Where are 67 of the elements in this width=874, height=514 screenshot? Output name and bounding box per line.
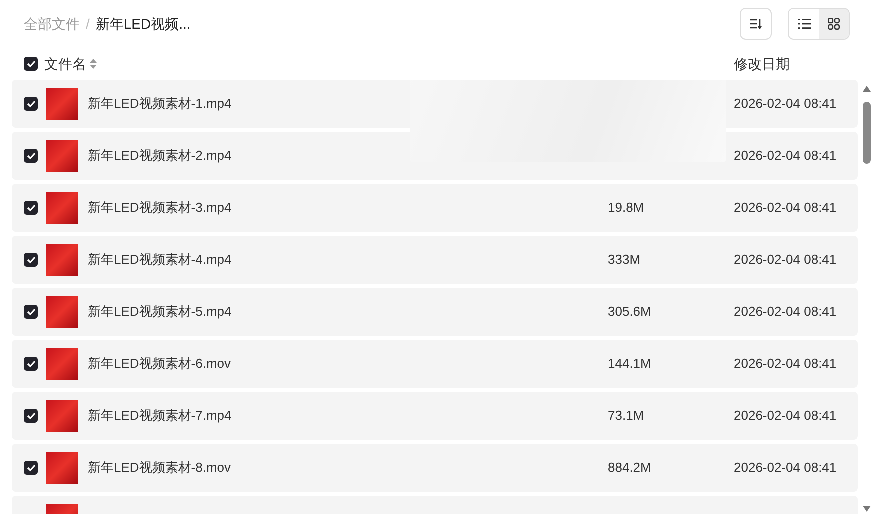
video-thumbnail	[46, 140, 78, 172]
column-header: 修改日期	[734, 54, 790, 74]
video-thumbnail	[46, 192, 78, 224]
scroll-down-icon[interactable]	[863, 506, 871, 512]
file-size: 884.2M	[608, 459, 652, 478]
video-thumbnail	[46, 244, 78, 276]
sort-button[interactable]	[740, 8, 772, 40]
scrollbar-thumb[interactable]	[863, 102, 871, 164]
file-name: 新年LED视频素材-5.mp4	[88, 303, 233, 322]
file-row[interactable]: 新年LED视频素材-4.mp4 333M 2026-02-04 08:41	[12, 236, 858, 284]
video-thumbnail	[46, 348, 78, 380]
file-name: 新年LED视频素材-1.mp4	[88, 95, 233, 114]
modified-date: 2026-02-04 08:41	[734, 147, 837, 166]
modified-date: 2026-02-04 08:41	[734, 251, 837, 270]
modified-date: 2026-02-04 08:41	[734, 459, 837, 478]
check-icon	[26, 412, 36, 420]
modified-date: 2026-02-04 08:41	[734, 407, 837, 426]
breadcrumb-current: 新年LED视频...	[96, 14, 191, 34]
file-name: 新年LED视频素材-7.mp4	[88, 407, 233, 426]
column-header: 文件名	[44, 54, 86, 74]
checkbox[interactable]	[24, 97, 38, 111]
video-thumbnail	[46, 296, 78, 328]
file-size: 333M	[608, 251, 642, 270]
file-row[interactable]: 新年LED视频素材-3.mp4 19.8M 2026-02-04 08:41	[12, 184, 858, 232]
check-icon	[26, 256, 36, 264]
grid-view-button[interactable]	[819, 9, 849, 39]
check-icon	[26, 308, 36, 316]
checkbox[interactable]	[24, 201, 38, 215]
video-thumbnail	[46, 452, 78, 484]
file-row[interactable]: 新年LED视频素材-6.mov 144.1M 2026-02-04 08:41	[12, 340, 858, 388]
check-icon	[26, 360, 36, 368]
list-icon	[798, 19, 810, 29]
check-icon	[26, 464, 36, 472]
check-icon	[26, 60, 36, 68]
checkbox[interactable]	[24, 57, 38, 71]
file-size: 144.1M	[608, 355, 652, 374]
check-icon	[26, 100, 36, 108]
modified-date: 2026-02-04 08:41	[734, 95, 837, 114]
sort-icon	[749, 18, 763, 30]
checkbox[interactable]	[24, 409, 38, 423]
video-thumbnail	[46, 88, 78, 120]
scroll-up-icon[interactable]	[863, 86, 871, 92]
breadcrumb-separator: /	[86, 14, 90, 34]
check-icon	[26, 152, 36, 160]
modified-date: 2026-02-04 08:41	[734, 303, 837, 322]
modified-date: 2026-02-04 08:41	[734, 199, 837, 218]
video-thumbnail	[46, 400, 78, 432]
checkbox[interactable]	[24, 305, 38, 319]
checkbox[interactable]	[24, 253, 38, 267]
file-row[interactable]: 新年LED视频素材-7.mp4 73.1M 2026-02-04 08:41	[12, 392, 858, 440]
file-name: 新年LED视频素材-2.mp4	[88, 147, 233, 166]
file-row[interactable]: 新年LED视频素材-5.mp4 305.6M 2026-02-04 08:41	[12, 288, 858, 336]
file-name: 新年LED视频素材-4.mp4	[88, 251, 233, 270]
file-row[interactable]: 新年LED视频素材-8.mov 884.2M 2026-02-04 08:41	[12, 444, 858, 492]
file-size: 73.1M	[608, 407, 646, 426]
check-icon	[26, 204, 36, 212]
file-size: 305.6M	[608, 303, 652, 322]
checkbox[interactable]	[24, 461, 38, 475]
sort-arrows-icon	[90, 59, 97, 69]
modified-date: 2026-02-04 08:41	[734, 355, 837, 374]
checkbox[interactable]	[24, 149, 38, 163]
file-name: 新年LED视频素材-6.mov	[88, 355, 232, 374]
grid-icon	[828, 18, 840, 30]
file-size: 19.8M	[608, 199, 646, 218]
file-name: 新年LED视频素材-8.mov	[88, 459, 232, 478]
file-name: 新年LED视频素材-3.mp4	[88, 199, 233, 218]
checkbox[interactable]	[24, 357, 38, 371]
